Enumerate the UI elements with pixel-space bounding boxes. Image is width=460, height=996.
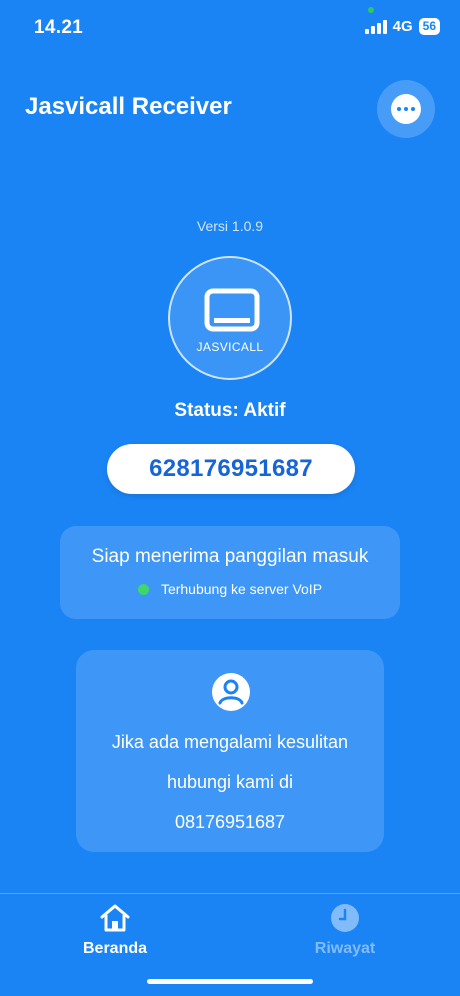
phone-number-badge[interactable]: 628176951687 bbox=[107, 444, 355, 494]
app-logo: JASVICALL bbox=[168, 256, 292, 380]
app-screen: 14.21 4G 56 Jasvicall Receiver Versi 1.0… bbox=[0, 0, 460, 996]
signal-icon bbox=[364, 19, 387, 34]
ready-card: Siap menerima panggilan masuk Terhubung … bbox=[60, 526, 400, 619]
status-time: 14.21 bbox=[34, 17, 84, 38]
nav-home[interactable]: Beranda bbox=[60, 902, 170, 958]
connected-dot-icon bbox=[137, 583, 149, 595]
version-label: Versi 1.0.9 bbox=[196, 218, 264, 234]
privacy-indicator bbox=[368, 7, 374, 13]
app-title: Jasvicall Receiver bbox=[25, 93, 232, 120]
ready-title: Siap menerima panggilan masuk bbox=[91, 546, 369, 567]
more-options-button[interactable] bbox=[377, 80, 435, 138]
more-dots-icon bbox=[391, 94, 421, 124]
home-indicator[interactable] bbox=[147, 979, 313, 984]
status-label: Status: Aktif bbox=[174, 400, 286, 421]
contact-text: Jika ada mengalami kesulitan hubungi kam… bbox=[76, 722, 384, 842]
contact-line-1: Jika ada mengalami kesulitan bbox=[111, 732, 349, 752]
tablet-icon bbox=[204, 288, 260, 332]
logo-text: JASVICALL bbox=[196, 340, 264, 354]
status-bar: 14.21 4G 56 bbox=[0, 0, 460, 56]
contact-line-2: hubungi kami di bbox=[166, 772, 294, 792]
contact-card: Jika ada mengalami kesulitan hubungi kam… bbox=[76, 650, 384, 852]
battery-icon: 56 bbox=[418, 18, 440, 35]
nav-history[interactable]: Riwayat bbox=[290, 902, 400, 958]
contact-phone[interactable]: 08176951687 bbox=[76, 802, 384, 842]
connection-status: Terhubung ke server VoIP bbox=[60, 581, 400, 597]
connection-text: Terhubung ke server VoIP bbox=[160, 581, 323, 597]
status-right: 4G 56 bbox=[364, 18, 440, 35]
home-icon bbox=[100, 904, 130, 932]
nav-history-label: Riwayat bbox=[314, 940, 376, 957]
network-type: 4G bbox=[392, 18, 413, 35]
clock-icon bbox=[331, 904, 359, 932]
person-icon bbox=[212, 673, 250, 711]
nav-home-label: Beranda bbox=[82, 940, 148, 957]
